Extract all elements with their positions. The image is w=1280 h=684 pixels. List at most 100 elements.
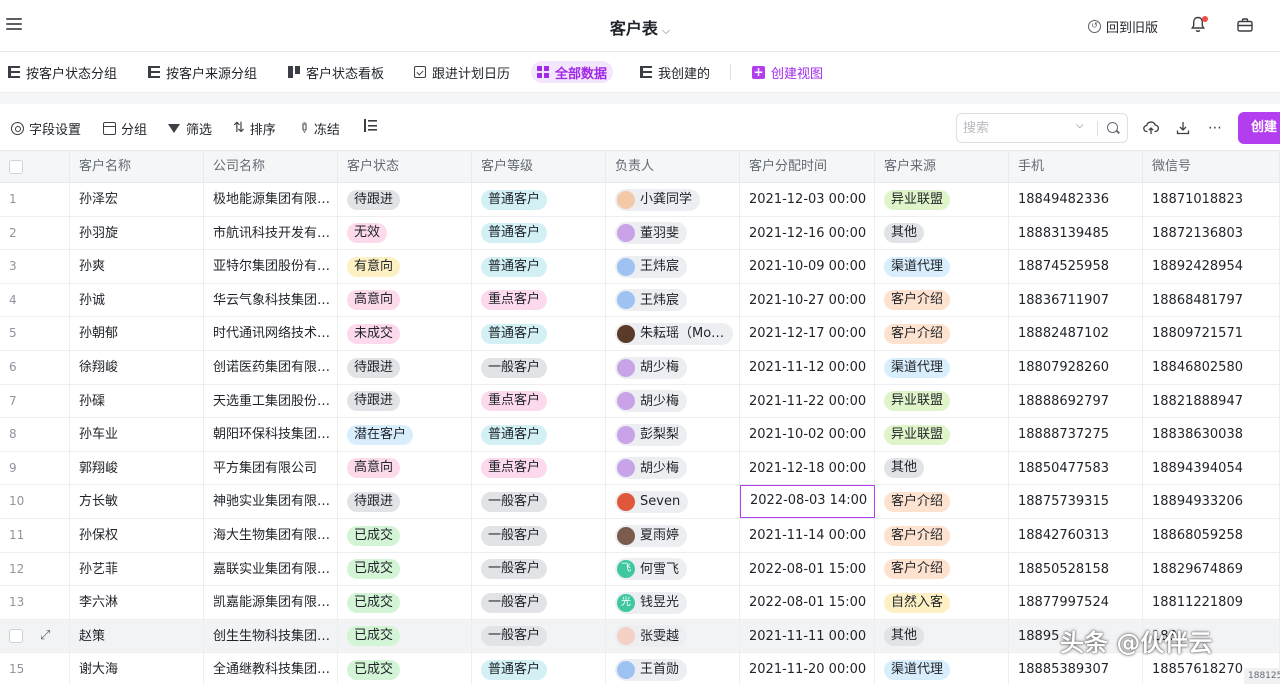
wechat-cell[interactable]: 18868481797 [1143,283,1280,317]
status-cell[interactable]: 已成交 [338,552,472,586]
customer-name-cell[interactable]: 孙磲 [70,384,204,418]
status-cell[interactable]: 待跟进 [338,485,472,519]
owner-cell[interactable]: 夏雨婷 [606,519,740,552]
owner-cell[interactable]: 胡少梅 [606,351,740,384]
level-cell[interactable]: 普通客户 [472,216,606,250]
owner-cell[interactable]: 王首勋 [606,653,740,684]
tab-group-by-source[interactable]: 按客户来源分组 [142,61,263,83]
table-row[interactable]: 7 孙磲 天选重工集团股份有限公司待跟进 重点客户 胡少梅 2021-11-22 00:0… [0,384,1280,419]
row-number-cell[interactable]: 4 [0,283,70,317]
phone-cell[interactable]: 18875739315 [1009,485,1143,519]
column-header[interactable]: 客户状态 [338,151,472,183]
owner-cell[interactable]: 董羽斐 [606,216,740,250]
customer-name-cell[interactable]: 方长敏 [70,485,204,519]
status-cell[interactable]: 已成交 [338,619,472,653]
row-checkbox[interactable] [9,628,23,643]
search-icon[interactable] [1107,122,1118,133]
wechat-cell[interactable]: 18821888947 [1143,384,1280,418]
assign-time-cell[interactable]: 2021-10-27 00:00 [740,283,875,317]
customer-name-cell[interactable]: 孙艺菲 [70,552,204,586]
assign-time-cell[interactable]: 2021-12-18 00:00 [740,451,875,485]
customer-name-cell[interactable]: 郭翔峻 [70,451,204,485]
customer-name-cell[interactable]: 李六淋 [70,586,204,620]
table-row[interactable]: 12 孙艺菲 嘉联实业集团有限公司 已成交 一般客户 飞何雪飞 2022-08-01 15:… [0,552,1280,587]
phone-cell[interactable]: 18882487102 [1009,317,1143,351]
tab-group-by-status[interactable]: 按客户状态分组 [2,61,123,83]
level-cell[interactable]: 一般客户 [472,586,606,620]
customer-name-cell[interactable]: 孙保权 [70,519,204,552]
row-height-button[interactable] [364,119,377,132]
source-cell[interactable]: 渠道代理 [875,250,1009,284]
owner-cell[interactable]: 胡少梅 [606,451,740,485]
row-number-cell[interactable]: 6 [0,351,70,384]
table-row[interactable]: 4 孙诚 华云气象科技集团有限公司高意向 重点客户 王炜宸 2021-10-27 00:0… [0,283,1280,318]
level-cell[interactable]: 重点客户 [472,384,606,418]
wechat-cell[interactable]: 18809721571 [1143,317,1280,351]
tab-status-kanban[interactable]: 客户状态看板 [282,61,390,83]
status-cell[interactable]: 无效 [338,216,472,250]
source-cell[interactable]: 客户介绍 [875,519,1009,552]
field-settings-button[interactable]: 字段设置 [11,119,81,138]
customer-name-cell[interactable]: 孙诚 [70,283,204,317]
table-row[interactable]: 13 李六淋 凯嘉能源集团有限公司 已成交 一般客户 光钱昱光 2022-08-01 15:… [0,586,1280,620]
row-number-cell[interactable]: ⤢ [0,619,70,653]
table-row[interactable]: 11 孙保权 海大生物集团有限公司 已成交 一般客户 夏雨婷 2021-11-14 00:0… [0,519,1280,553]
search-input[interactable] [963,119,1073,137]
status-cell[interactable]: 已成交 [338,519,472,552]
wechat-cell[interactable]: 18829674869 [1143,552,1280,586]
owner-cell[interactable]: 小龚同学 [606,183,740,216]
status-cell[interactable]: 待跟进 [338,384,472,418]
chevron-down-icon[interactable]: ⌵ [1076,120,1084,131]
owner-cell[interactable]: 彭梨梨 [606,418,740,452]
wechat-cell[interactable]: 18838630038 [1143,418,1280,452]
create-record-button[interactable]: 创建 [1238,112,1280,144]
briefcase-icon[interactable] [1237,18,1253,32]
level-cell[interactable]: 重点客户 [472,283,606,317]
customer-name-cell[interactable]: 谢大海 [70,653,204,684]
row-number-cell[interactable]: 11 [0,519,70,552]
phone-cell[interactable]: 18849482336 [1009,183,1143,216]
phone-cell[interactable]: 18850477583 [1009,451,1143,485]
company-name-cell[interactable]: 创诺医药集团有限公司 [204,351,338,384]
owner-cell[interactable]: 王炜宸 [606,250,740,284]
row-number-cell[interactable]: 8 [0,418,70,452]
company-name-cell[interactable]: 凯嘉能源集团有限公司 [204,586,338,620]
row-number-cell[interactable]: 12 [0,552,70,586]
phone-cell[interactable]: 18842760313 [1009,519,1143,552]
source-cell[interactable]: 渠道代理 [875,351,1009,384]
company-name-cell[interactable]: 朝阳环保科技集团有限公司 [204,418,338,452]
wechat-cell[interactable]: 18872136803 [1143,216,1280,250]
phone-cell[interactable]: 18877997524 [1009,586,1143,620]
assign-time-cell[interactable]: 2022-08-01 15:00 [740,586,875,620]
column-header[interactable]: 公司名称 [204,151,338,183]
assign-time-cell[interactable]: 2021-12-03 00:00 [740,183,875,216]
level-cell[interactable]: 一般客户 [472,619,606,653]
assign-time-cell[interactable]: 2021-10-02 00:00 [740,418,875,452]
row-number-cell[interactable]: 10 [0,485,70,519]
customer-name-cell[interactable]: 孙朝郁 [70,317,204,351]
row-number-cell[interactable]: 3 [0,250,70,284]
column-header[interactable]: 手机 [1009,151,1143,183]
row-number-cell[interactable]: 5 [0,317,70,351]
status-cell[interactable]: 潜在客户 [338,418,472,452]
customer-name-cell[interactable]: 徐翔峻 [70,351,204,384]
company-name-cell[interactable]: 天选重工集团股份有限公司 [204,384,338,418]
phone-cell[interactable]: 18883139485 [1009,216,1143,250]
company-name-cell[interactable]: 嘉联实业集团有限公司 [204,552,338,586]
phone-cell[interactable]: 18836711907 [1009,283,1143,317]
customer-name-cell[interactable]: 赵策 [70,619,204,653]
table-row[interactable]: 9 郭翔峻 平方集团有限公司 高意向 重点客户 胡少梅 2021-12-18 00:00 其他… [0,451,1280,486]
owner-cell[interactable]: 朱耘瑶（Momo） [606,317,740,351]
wechat-cell[interactable]: 18811221809 [1143,586,1280,620]
tab-followup-calendar[interactable]: 跟进计划日历 [408,61,516,83]
assign-time-cell[interactable]: 2022-08-03 14:00 [740,485,875,519]
level-cell[interactable]: 一般客户 [472,351,606,384]
source-cell[interactable]: 异业联盟 [875,183,1009,216]
table-row[interactable]: 1 孙泽宏 极地能源集团有限公司 待跟进 普通客户 小龚同学 2021-12-03 00:0… [0,183,1280,217]
wechat-cell[interactable]: 18871018823 [1143,183,1280,216]
source-cell[interactable]: 客户介绍 [875,485,1009,519]
source-cell[interactable]: 异业联盟 [875,418,1009,452]
company-name-cell[interactable]: 创生生物科技集团有限公司 [204,619,338,653]
status-cell[interactable]: 已成交 [338,586,472,620]
row-number-cell[interactable]: 1 [0,183,70,216]
